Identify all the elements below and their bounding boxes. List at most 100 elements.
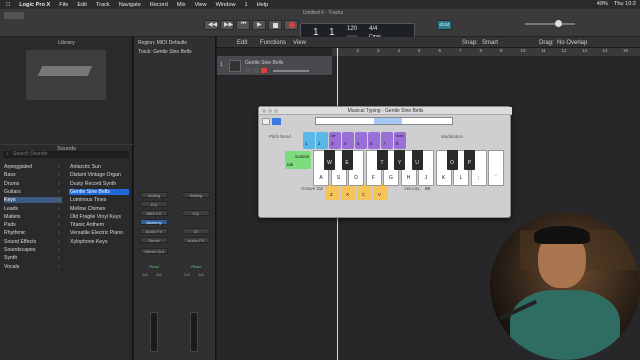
setting-button-2[interactable]: Setting — [182, 192, 210, 198]
automation-read-2[interactable]: Read — [182, 264, 210, 270]
rewind-button[interactable]: ◀◀ — [204, 20, 218, 30]
audio-fx-button-2[interactable]: Audio FX — [182, 237, 210, 243]
category-leads[interactable]: Leads — [4, 206, 62, 212]
black-key-u[interactable]: U — [411, 150, 423, 170]
instrument-slot-2[interactable]: ID — [182, 228, 210, 234]
eq-button-2[interactable]: EQ — [182, 210, 210, 216]
counter-display[interactable]: d234 — [437, 20, 452, 30]
master-volume-slider[interactable] — [525, 20, 575, 27]
volume-fader-1[interactable] — [150, 312, 158, 352]
menu-help[interactable]: Help — [257, 2, 269, 8]
menu-track[interactable]: Track — [96, 2, 110, 8]
patch-versatile-electric-piano[interactable]: Versatile Electric Piano — [69, 230, 129, 236]
octave-range-selector[interactable] — [374, 118, 402, 124]
record-button[interactable] — [284, 20, 298, 30]
volume-value: 0.0 — [142, 272, 148, 277]
category-mallets[interactable]: Mallets — [4, 214, 62, 220]
number-key-7[interactable]: 7 — [381, 132, 393, 149]
sustain-key[interactable]: sustain tab — [285, 151, 311, 169]
category-sound-effects[interactable]: Sound Effects — [4, 239, 62, 245]
category-soundscapes[interactable]: Soundscapes — [4, 247, 62, 253]
patch-luminous-tines[interactable]: Luminous Tines — [69, 197, 129, 203]
mini-keyboard-range[interactable] — [315, 117, 453, 125]
menu-edit[interactable]: Edit — [77, 2, 87, 8]
eq-button[interactable]: EQ — [140, 201, 168, 207]
black-key-p[interactable]: P — [464, 150, 475, 170]
volume-fader-2[interactable] — [190, 312, 198, 352]
track-header[interactable]: Track: Gentle Sine Bells — [138, 49, 191, 55]
patch-antarctic-sun[interactable]: Antarctic Sun — [69, 164, 129, 170]
track-header-row[interactable]: 1 Gentle Sine Bells — [217, 56, 332, 76]
output-button[interactable]: Stereo Out — [140, 248, 168, 254]
instrument-slot[interactable]: Alchemy — [140, 219, 168, 225]
drag-select[interactable]: No Overlap — [557, 40, 587, 46]
patch-xylophone-keys[interactable]: Xylophone Keys — [69, 239, 129, 245]
number-key-5[interactable]: 5 — [355, 132, 367, 149]
black-key-o[interactable]: O — [446, 150, 458, 170]
category-bass[interactable]: Bass — [4, 172, 62, 178]
category-arpeggiated[interactable]: Arpeggiated — [4, 164, 62, 170]
number-key-2[interactable]: 2 — [316, 132, 328, 149]
forward-button[interactable]: ▶▶ — [220, 20, 234, 30]
sends-button[interactable]: Sends — [140, 237, 168, 243]
play-button[interactable]: ▶ — [252, 20, 266, 30]
number-key-3[interactable]: 3 off — [329, 132, 341, 149]
menu-record[interactable]: Record — [150, 2, 168, 8]
menu-navigate[interactable]: Navigate — [119, 2, 141, 8]
black-key-e[interactable]: E — [341, 150, 353, 170]
category-keys[interactable]: Keys — [4, 197, 62, 204]
menu-window[interactable]: Window — [216, 2, 236, 8]
master-volume-knob[interactable] — [555, 20, 562, 27]
stop-button[interactable] — [268, 20, 282, 30]
functions-menu[interactable]: Functions — [260, 40, 286, 46]
black-key-y[interactable]: Y — [394, 150, 405, 170]
midi-fx-button[interactable]: MIDI FX — [140, 210, 168, 216]
number-key-6[interactable]: 6 — [368, 132, 380, 149]
goto-start-button[interactable]: ⏮ — [236, 20, 250, 30]
category-guitars[interactable]: Guitars — [4, 189, 62, 195]
track-volume-slider[interactable] — [273, 70, 309, 72]
black-key-w[interactable]: W — [324, 150, 335, 170]
minimize-icon[interactable] — [268, 109, 272, 113]
edit-menu[interactable]: Edit — [237, 40, 247, 46]
audio-fx-button[interactable]: Audio FX — [140, 228, 168, 234]
category-synth[interactable]: Synth — [4, 255, 62, 261]
menu-one[interactable]: 1 — [245, 2, 248, 8]
number-key-4[interactable]: 4 — [342, 132, 354, 149]
typing-mode-button[interactable] — [272, 118, 281, 125]
solo-button[interactable] — [253, 68, 259, 73]
region-header[interactable]: Region: MIDI Defaults — [138, 40, 187, 46]
automation-read[interactable]: Read — [140, 264, 168, 270]
sounds-search-input[interactable]: Search Sounds — [3, 151, 129, 158]
patch-titanic-anthem[interactable]: Titanic Anthem — [69, 222, 129, 228]
menu-mix[interactable]: Mix — [177, 2, 186, 8]
snap-select[interactable]: Smart — [482, 40, 498, 46]
close-icon[interactable] — [262, 109, 266, 113]
zoom-icon[interactable] — [274, 109, 278, 113]
keyboard-mode-button[interactable] — [262, 118, 270, 125]
category-rhythmic[interactable]: Rhythmic — [4, 230, 62, 236]
patch-old-fragile-vinyl-keys[interactable]: Old Fragile Vinyl Keys — [69, 214, 129, 220]
menu-file[interactable]: File — [59, 2, 68, 8]
patch-distant-vintage-organ[interactable]: Distant Vintage Organ — [69, 172, 129, 178]
patch-mellow-chimes[interactable]: Mellow Chimes — [69, 206, 129, 212]
mute-button[interactable] — [245, 68, 251, 73]
patch-gentle-sine-bells[interactable]: Gentle Sine Bells — [69, 188, 129, 195]
number-key-1[interactable]: 1 — [303, 132, 315, 149]
record-enable-button[interactable] — [261, 68, 267, 73]
view-menu[interactable]: View — [293, 40, 306, 46]
apple-icon[interactable]:  — [6, 2, 10, 8]
category-vocals[interactable]: Vocals — [4, 264, 62, 270]
number-key-8[interactable]: 8 max — [394, 132, 406, 149]
category-drums[interactable]: Drums — [4, 181, 62, 187]
setting-button[interactable]: Setting — [140, 192, 168, 198]
black-key-t[interactable]: T — [376, 150, 388, 170]
track-name[interactable]: Gentle Sine Bells — [245, 60, 283, 66]
category-pads[interactable]: Pads — [4, 222, 62, 228]
app-menu[interactable]: Logic Pro X — [19, 2, 50, 8]
white-key-10[interactable]: ' — [488, 150, 504, 186]
patch-dusty-record-synth[interactable]: Dusty Record Synth — [69, 181, 129, 187]
timeline-ruler[interactable]: 123456789101112131415 — [332, 48, 640, 56]
library-toggle-button[interactable] — [4, 12, 24, 19]
menu-view[interactable]: View — [195, 2, 207, 8]
